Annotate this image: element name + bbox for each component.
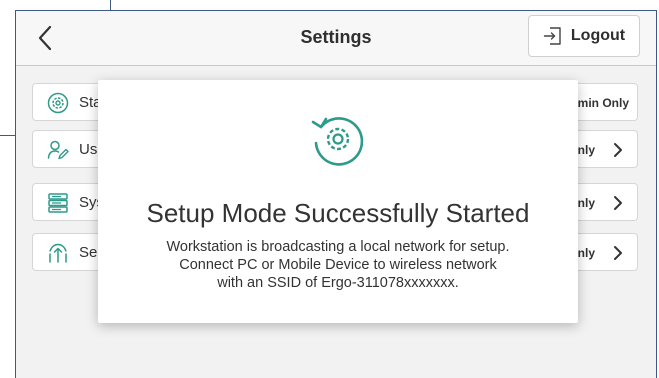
- network-upload-icon: [49, 243, 67, 263]
- dialog-title: Setup Mode Successfully Started: [146, 198, 530, 228]
- logout-label: Logout: [570, 27, 626, 44]
- user-edit-icon: [47, 140, 69, 160]
- gear-refresh-icon: [311, 117, 364, 166]
- header-bar: Settings Logout: [16, 11, 656, 66]
- setup-mode-dialog: Setup Mode Successfully Started Workstat…: [98, 80, 578, 323]
- dialog-message: Workstation is broadcasting a local netw…: [98, 238, 578, 292]
- chevron-right-icon: [614, 196, 622, 210]
- settings-row-label: Us: [79, 141, 98, 158]
- chevron-right-icon: [614, 143, 622, 157]
- logout-button[interactable]: Logout: [528, 15, 640, 57]
- access-badge: dmin Only: [570, 96, 629, 110]
- server-icon: [48, 193, 68, 213]
- gear-badge-icon: [47, 92, 69, 114]
- dialog-message-line: with an SSID of Ergo-311078xxxxxxx.: [217, 275, 459, 291]
- chevron-right-icon: [614, 246, 622, 260]
- dialog-message-line: Connect PC or Mobile Device to wireless …: [179, 257, 497, 273]
- logout-icon: [543, 27, 561, 45]
- settings-row-label: Se: [79, 244, 98, 261]
- dialog-message-line: Workstation is broadcasting a local netw…: [166, 239, 510, 255]
- background-edge-line: [0, 135, 16, 136]
